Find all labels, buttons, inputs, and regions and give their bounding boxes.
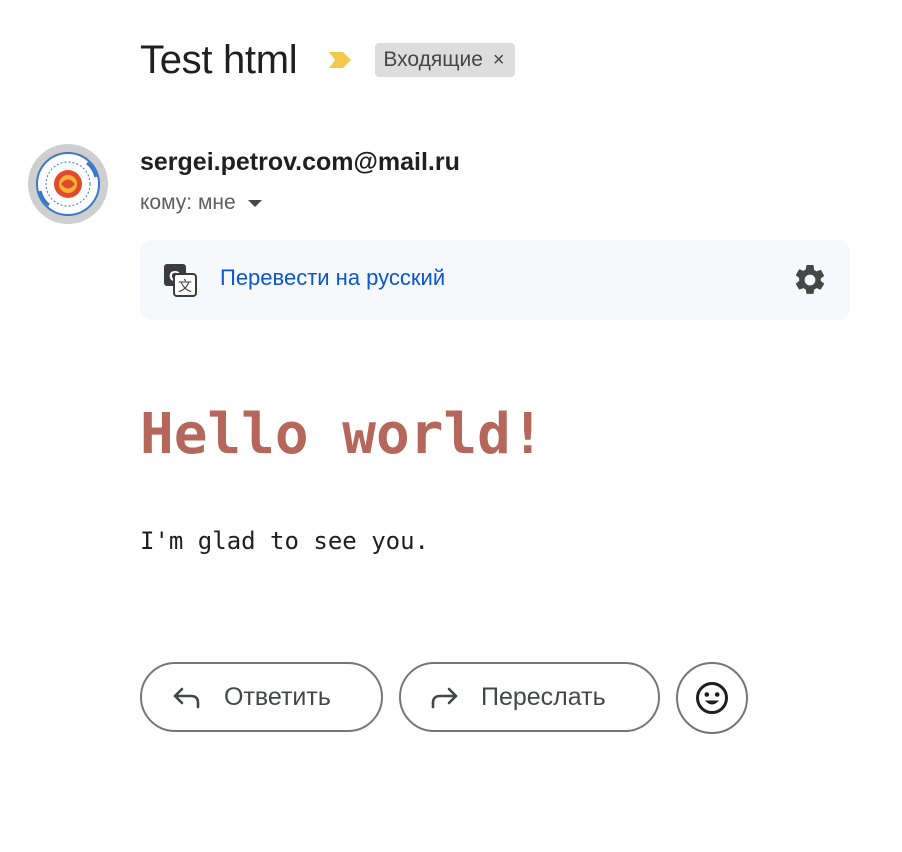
body-heading: Hello world! — [140, 402, 545, 467]
translate-icon: G 文 — [164, 264, 197, 297]
reply-button[interactable]: Ответить — [140, 662, 383, 732]
emoji-reaction-button[interactable] — [676, 662, 748, 734]
forward-label: Переслать — [481, 682, 606, 711]
importance-marker-icon[interactable] — [327, 50, 353, 70]
caret-down-icon — [247, 199, 262, 207]
translate-bar: G 文 Перевести на русский — [140, 240, 850, 320]
avatar[interactable] — [28, 144, 108, 224]
reply-label: Ответить — [224, 682, 331, 711]
avatar-image — [36, 152, 100, 216]
remove-label-button[interactable]: × — [493, 49, 505, 72]
recipient-details-toggle[interactable]: кому: мне — [140, 191, 262, 215]
recipient-label: кому: мне — [140, 191, 236, 214]
reply-arrow-icon — [173, 687, 200, 709]
gear-icon[interactable] — [792, 262, 828, 298]
sender-email[interactable]: sergei.petrov.com@mail.ru — [140, 148, 460, 177]
label-chip-inbox[interactable]: Входящие × — [375, 43, 515, 77]
translate-link[interactable]: Перевести на русский — [220, 265, 445, 291]
forward-button[interactable]: Переслать — [399, 662, 660, 732]
subject-row: Test html Входящие × — [140, 34, 515, 86]
smiley-icon — [696, 682, 728, 714]
body-text: I'm glad to see you. — [140, 527, 429, 555]
forward-arrow-icon — [431, 687, 458, 709]
svg-text:文: 文 — [178, 279, 192, 295]
email-subject: Test html — [140, 37, 298, 82]
label-chip-text: Входящие — [383, 48, 483, 71]
